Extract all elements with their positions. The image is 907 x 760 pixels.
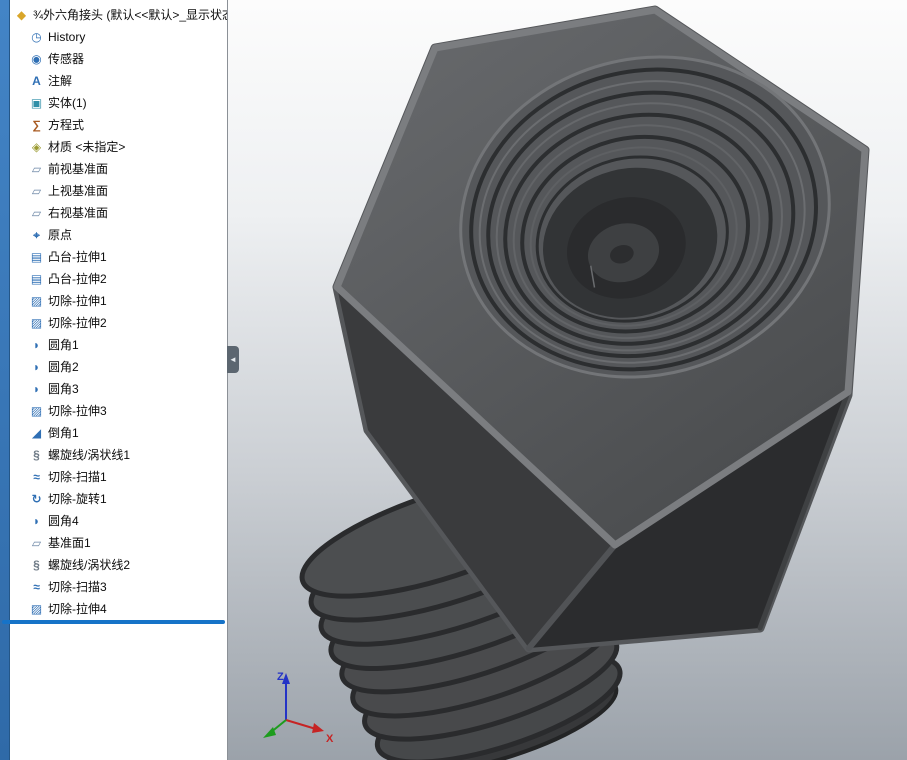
fillet-icon: ◗ — [32, 360, 41, 374]
tree-item-label: 圆角3 — [48, 382, 79, 396]
tree-item[interactable]: § 螺旋线/涡状线2 — [10, 554, 227, 576]
tree-item[interactable]: ≈ 切除-扫描1 — [10, 466, 227, 488]
cut-revolve-icon: ↻ — [31, 492, 42, 506]
tree-item-label: 圆角1 — [48, 338, 79, 352]
tree-item-label: 右视基准面 — [48, 206, 109, 220]
tree-item[interactable]: ▨ 切除-拉伸1 — [10, 290, 227, 312]
tree-item-label: 螺旋线/涡状线1 — [48, 448, 131, 462]
tree-item-label: 实体(1) — [48, 96, 87, 110]
tree-item[interactable]: ▤ 凸台-拉伸1 — [10, 246, 227, 268]
cut-sweep-icon: ≈ — [33, 580, 40, 594]
tree-item-label: 螺旋线/涡状线2 — [48, 558, 131, 572]
triad-x-axis — [285, 719, 317, 730]
tree-item[interactable]: ◷ History — [10, 26, 227, 48]
tree-item[interactable]: ▱ 上视基准面 — [10, 180, 227, 202]
tree-item-label: History — [48, 30, 86, 44]
material-icon: ◈ — [31, 140, 42, 154]
tree-item[interactable]: A 注解 — [10, 70, 227, 92]
tree-item-label: 切除-扫描1 — [48, 470, 107, 484]
triad-x-arrow — [312, 723, 324, 733]
sensors-icon: ◉ — [31, 52, 42, 66]
tree-item-label: 圆角2 — [48, 360, 79, 374]
collapse-arrow-icon: ◄ — [229, 355, 237, 364]
feature-manager-panel: ◆ ¾外六角接头 (默认<<默认>_显示状态 ◷ History ◉ 传感器 A… — [0, 0, 239, 760]
part-icon: ◆ — [16, 8, 27, 22]
tree-item[interactable]: ⌖ 原点 — [10, 224, 227, 246]
tree-item-label: 凸台-拉伸1 — [48, 250, 107, 264]
solidworks-window: ◆ ¾外六角接头 (默认<<默认>_显示状态 ◷ History ◉ 传感器 A… — [0, 0, 907, 760]
tree-item[interactable]: ▱ 前视基准面 — [10, 158, 227, 180]
solid-bodies-icon: ▣ — [30, 96, 43, 110]
tree-item-label: 传感器 — [48, 52, 85, 66]
tree-item-label: 方程式 — [48, 118, 85, 132]
plane-icon: ▱ — [31, 162, 42, 176]
tree-item-label: 切除-扫描3 — [48, 580, 107, 594]
tree-item-label: 原点 — [48, 228, 73, 242]
rollback-bar[interactable] — [2, 620, 225, 624]
tree-item[interactable]: ↻ 切除-旋转1 — [10, 488, 227, 510]
boss-extrude-icon: ▤ — [30, 272, 43, 286]
tree-item-label: 基准面1 — [48, 536, 91, 550]
tree-item[interactable]: § 螺旋线/涡状线1 — [10, 444, 227, 466]
feature-tree: ◆ ¾外六角接头 (默认<<默认>_显示状态 ◷ History ◉ 传感器 A… — [10, 0, 227, 760]
fillet-icon: ◗ — [32, 382, 41, 396]
tree-item[interactable]: ◈ 材质 <未指定> — [10, 136, 227, 158]
fillet-icon: ◗ — [32, 338, 41, 352]
equations-icon: ∑ — [32, 118, 41, 132]
tree-item-label: 切除-拉伸2 — [48, 316, 107, 330]
tree-item-label: 切除-拉伸3 — [48, 404, 107, 418]
cut-sweep-icon: ≈ — [33, 470, 40, 484]
model-3d-view[interactable] — [228, 0, 907, 760]
tree-item[interactable]: ▨ 切除-拉伸3 — [10, 400, 227, 422]
panel-collapse-tab[interactable]: ◄ — [227, 346, 239, 373]
graphics-viewport[interactable]: Z X — [228, 0, 907, 760]
tree-item[interactable]: ▱ 右视基准面 — [10, 202, 227, 224]
tree-item[interactable]: ▣ 实体(1) — [10, 92, 227, 114]
annotations-icon: A — [32, 74, 41, 88]
fillet-icon: ◗ — [32, 514, 41, 528]
tree-item[interactable]: ◗ 圆角2 — [10, 356, 227, 378]
cut-extrude-icon: ▨ — [30, 294, 43, 308]
helix-icon: § — [33, 558, 40, 572]
tree-item-label: 切除-旋转1 — [48, 492, 107, 506]
triad-x-label: X — [326, 733, 334, 745]
tree-item[interactable]: ▱ 基准面1 — [10, 532, 227, 554]
tree-item-label: 倒角1 — [48, 426, 79, 440]
tree-item-label: 切除-拉伸1 — [48, 294, 107, 308]
helix-icon: § — [33, 448, 40, 462]
tree-item-label: 圆角4 — [48, 514, 79, 528]
cut-extrude-icon: ▨ — [30, 404, 43, 418]
orientation-triad: Z X — [263, 671, 334, 745]
tree-item[interactable]: ▨ 切除-拉伸2 — [10, 312, 227, 334]
panel-accent-strip — [0, 0, 10, 760]
tree-item-label: 切除-拉伸4 — [48, 602, 107, 616]
cut-extrude-icon: ▨ — [30, 316, 43, 330]
plane-icon: ▱ — [31, 536, 42, 550]
tree-item-label: 前视基准面 — [48, 162, 109, 176]
cut-extrude-icon: ▨ — [30, 602, 43, 616]
tree-item[interactable]: ◗ 圆角4 — [10, 510, 227, 532]
plane-icon: ▱ — [31, 206, 42, 220]
tree-item[interactable]: ◗ 圆角3 — [10, 378, 227, 400]
origin-icon: ⌖ — [33, 228, 40, 242]
tree-item-label: 材质 <未指定> — [48, 140, 126, 154]
tree-item[interactable]: ◗ 圆角1 — [10, 334, 227, 356]
tree-item[interactable]: ≈ 切除-扫描3 — [10, 576, 227, 598]
plane-icon: ▱ — [31, 184, 42, 198]
history-folder-icon: ◷ — [31, 30, 42, 44]
triad-z-label: Z — [277, 671, 284, 683]
tree-root-item[interactable]: ◆ ¾外六角接头 (默认<<默认>_显示状态 — [10, 4, 227, 26]
tree-item-label: 注解 — [48, 74, 73, 88]
boss-extrude-icon: ▤ — [30, 250, 43, 264]
tree-item[interactable]: ◉ 传感器 — [10, 48, 227, 70]
tree-item-label: 凸台-拉伸2 — [48, 272, 107, 286]
tree-item-label: ¾外六角接头 (默认<<默认>_显示状态 — [33, 8, 227, 22]
tree-item-label: 上视基准面 — [48, 184, 109, 198]
tree-item[interactable]: ▨ 切除-拉伸4 — [10, 598, 227, 620]
tree-item[interactable]: ◢ 倒角1 — [10, 422, 227, 444]
tree-item[interactable]: ▤ 凸台-拉伸2 — [10, 268, 227, 290]
chamfer-icon: ◢ — [31, 426, 42, 440]
tree-item[interactable]: ∑ 方程式 — [10, 114, 227, 136]
